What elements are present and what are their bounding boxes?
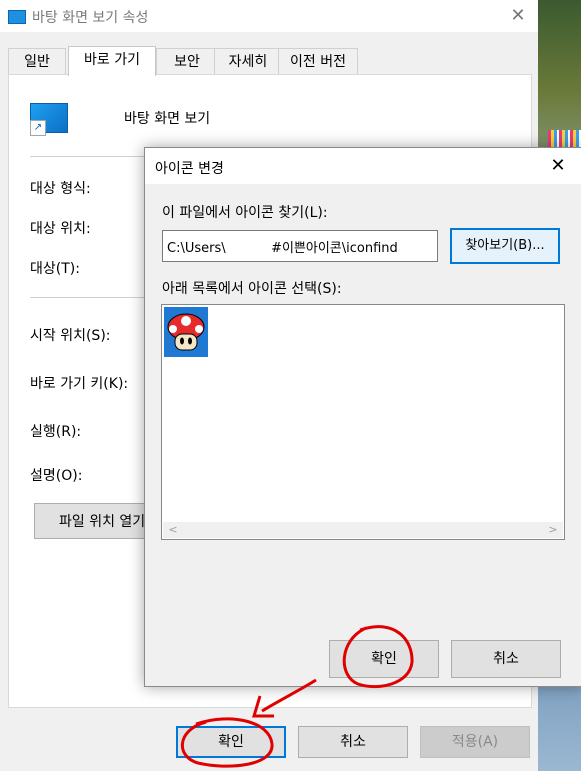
window-title: 바탕 화면 보기 속성: [32, 10, 149, 26]
mushroom-icon[interactable]: [164, 307, 208, 357]
target-location-label: 대상 위치:: [30, 221, 91, 237]
tab-shortcut[interactable]: 바로 가기: [68, 46, 156, 76]
icon-list[interactable]: < >: [161, 304, 565, 540]
open-file-location-button[interactable]: 파일 위치 열기: [34, 503, 154, 539]
browse-button[interactable]: 찾아보기(B)...: [450, 228, 560, 264]
title-bar: 바탕 화면 보기 속성 ✕: [0, 0, 538, 32]
icon-file-path-input[interactable]: [162, 230, 438, 262]
dialog-title-bar: 아이콘 변경 ✕: [145, 148, 581, 184]
close-icon[interactable]: ✕: [506, 4, 530, 28]
tab-previous-versions[interactable]: 이전 버전: [278, 48, 358, 75]
close-icon[interactable]: ✕: [545, 154, 571, 178]
change-icon-dialog: 아이콘 변경 ✕ 이 파일에서 아이콘 찾기(L): 찾아보기(B)... 아래…: [144, 147, 581, 687]
window-app-icon: [8, 10, 26, 24]
dialog-ok-button[interactable]: 확인: [329, 640, 439, 678]
icon-list-label: 아래 목록에서 아이콘 선택(S):: [162, 281, 342, 297]
apply-button[interactable]: 적용(A): [420, 726, 530, 758]
ok-button[interactable]: 확인: [176, 726, 286, 758]
cancel-button[interactable]: 취소: [298, 726, 408, 758]
shortcut-key-label: 바로 가기 키(K):: [30, 376, 129, 392]
tab-details[interactable]: 자세히: [214, 48, 282, 75]
separator: [30, 297, 160, 298]
separator: [30, 156, 160, 157]
horizontal-scrollbar[interactable]: < >: [163, 522, 563, 538]
target-type-label: 대상 형식:: [30, 181, 91, 197]
scroll-left-icon[interactable]: <: [165, 522, 181, 538]
shortcut-arrow-icon: ↗: [30, 120, 46, 136]
run-label: 실행(R):: [30, 424, 82, 440]
dialog-cancel-button[interactable]: 취소: [451, 640, 561, 678]
dialog-title: 아이콘 변경: [155, 161, 224, 177]
shortcut-name: 바탕 화면 보기: [124, 111, 211, 127]
comment-label: 설명(O):: [30, 468, 83, 484]
search-file-label: 이 파일에서 아이콘 찾기(L):: [162, 205, 328, 221]
target-label: 대상(T):: [30, 261, 80, 277]
tab-general[interactable]: 일반: [8, 48, 66, 75]
tab-security[interactable]: 보안: [156, 48, 218, 75]
start-in-label: 시작 위치(S):: [30, 328, 111, 344]
scroll-right-icon[interactable]: >: [545, 522, 561, 538]
